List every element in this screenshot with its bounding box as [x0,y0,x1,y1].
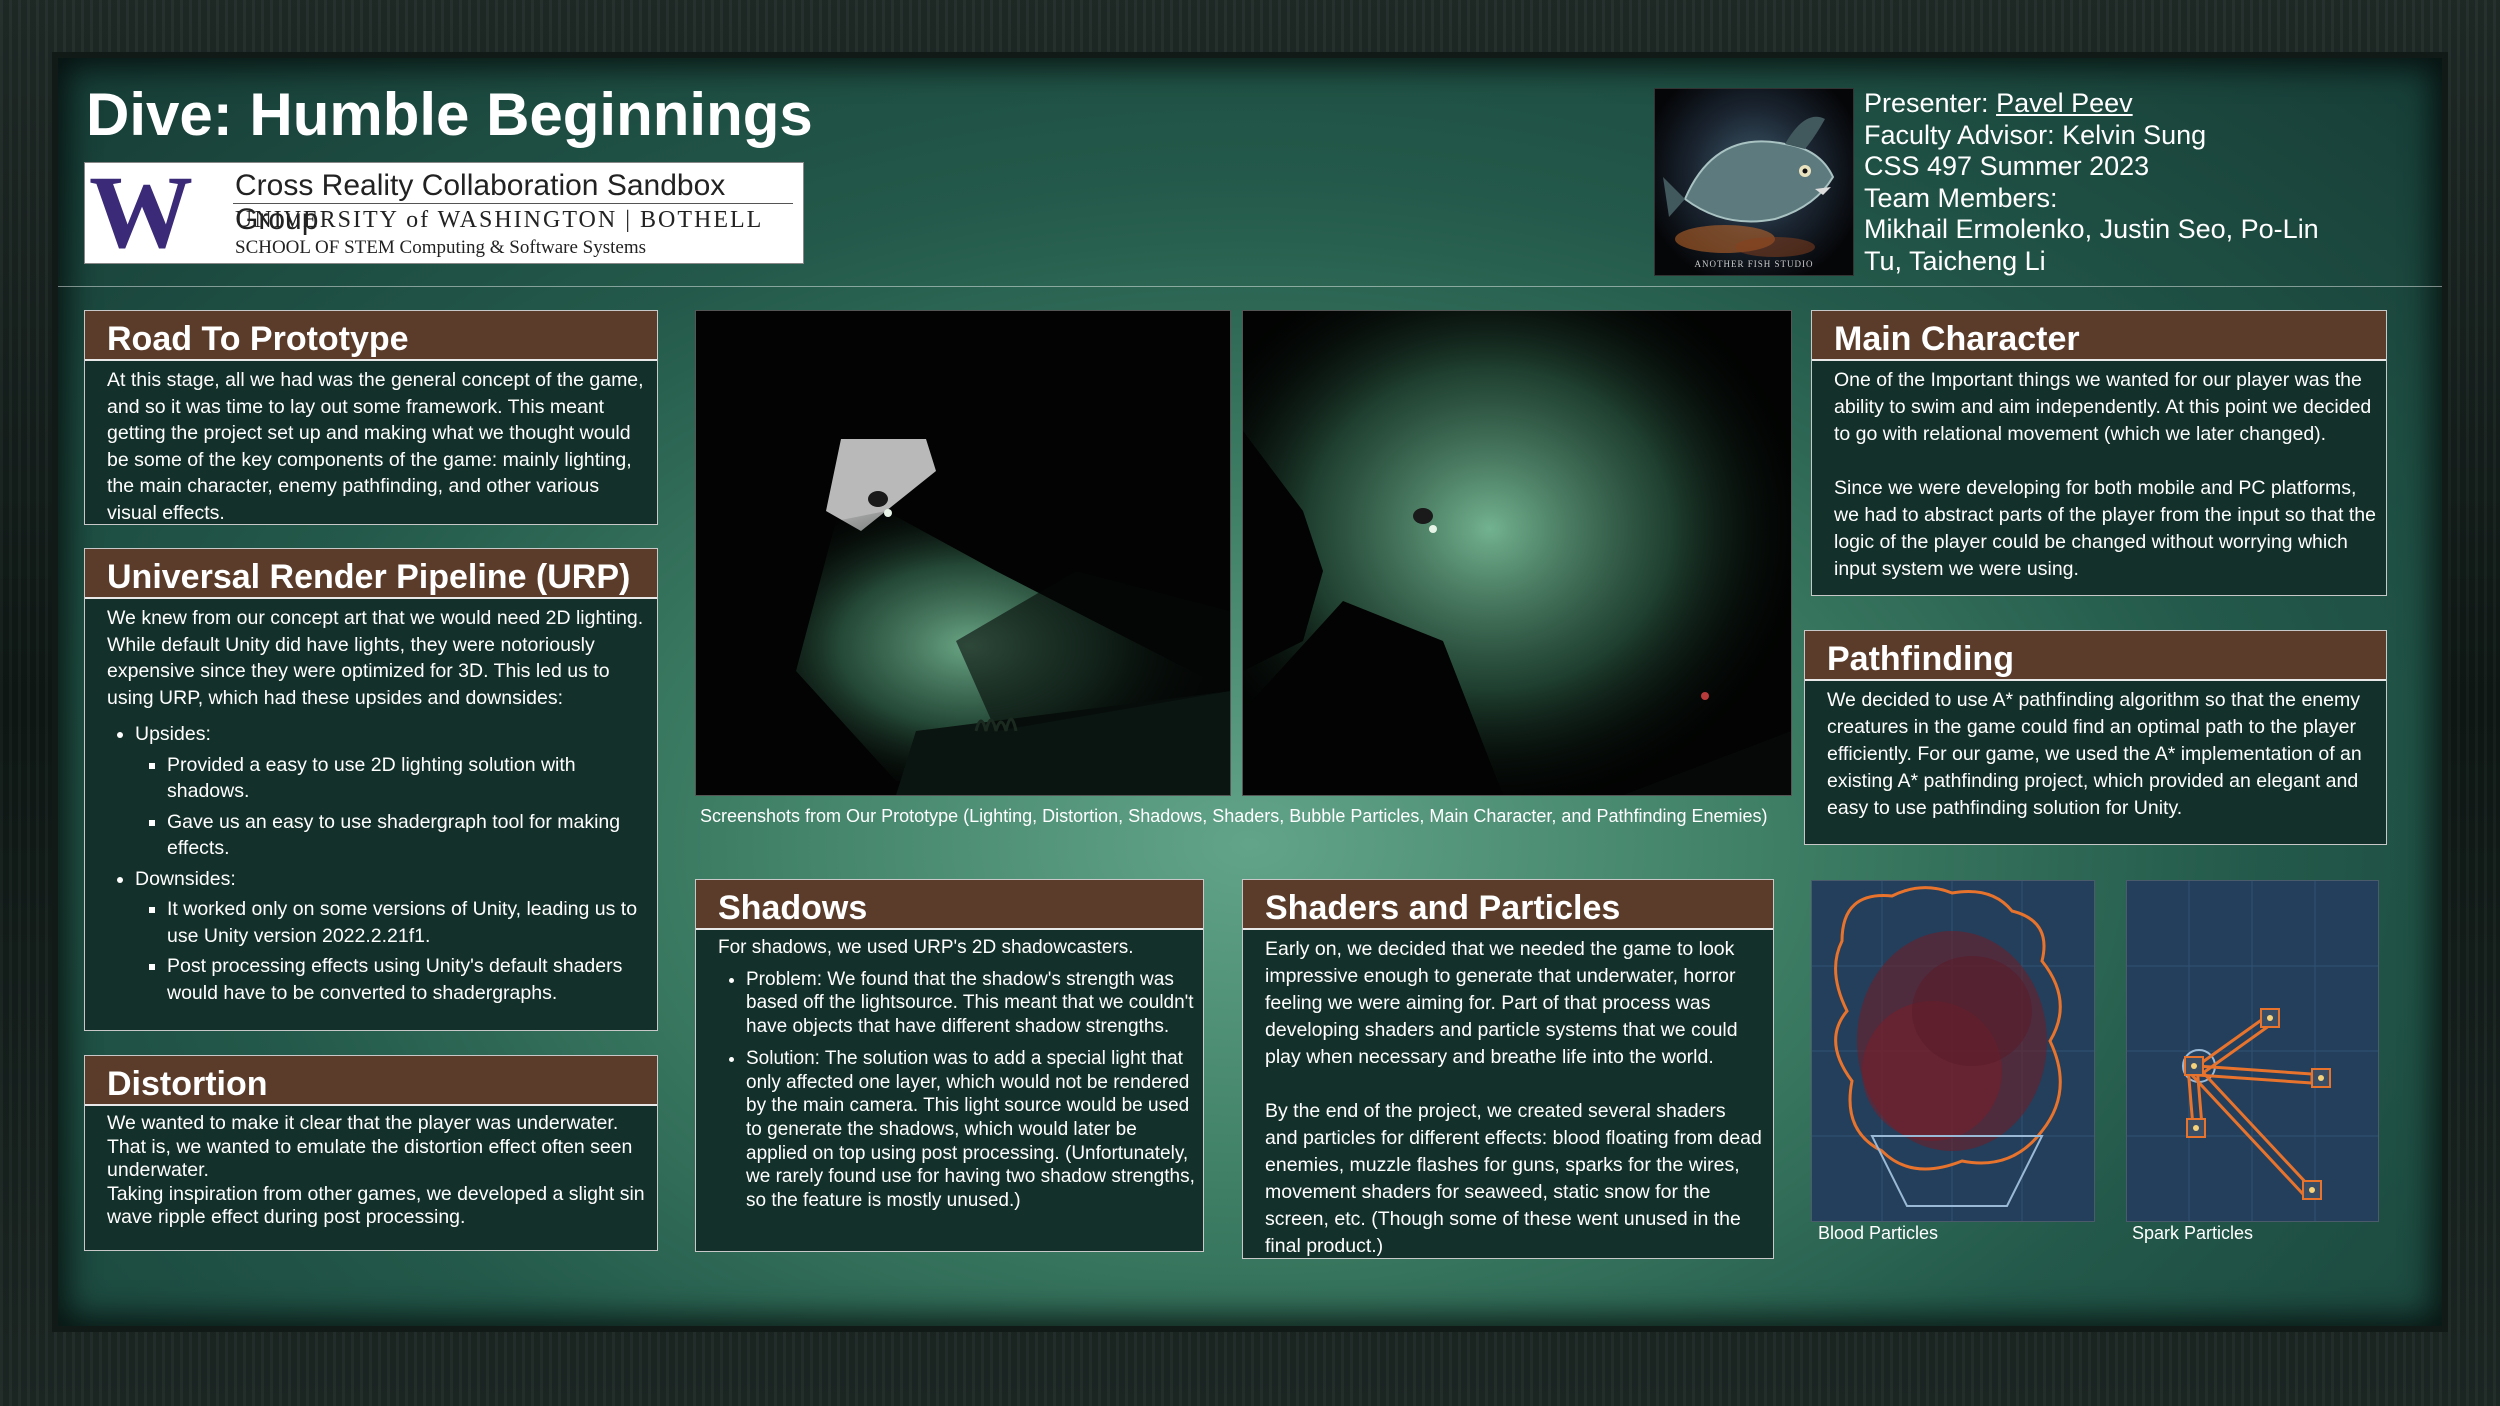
shaders-particles-section: Shaders and Particles Early on, we decid… [1242,879,1774,1259]
section-body: We knew from our concept art that we wou… [107,605,647,1006]
upside-item-2: Gave us an easy to use shadergraph tool … [167,809,647,862]
road-to-prototype-section: Road To Prototype At this stage, all we … [84,310,658,525]
uw-w-mark: W [89,155,193,270]
poster-title: Dive: Humble Beginnings [86,81,813,148]
spark-particles-scene [2127,881,2378,1221]
studio-caption: ANOTHER FISH STUDIO [1694,259,1814,269]
team-members-label: Team Members: [1864,182,2058,213]
urp-list: Upsides: Provided a easy to use 2D light… [107,721,647,1006]
shadows-problem: Problem: We found that the shadow's stre… [746,968,1197,1039]
section-heading: Shaders and Particles [1265,889,1621,927]
fish-illustration [1663,116,1835,257]
section-body: One of the Important things we wanted fo… [1834,367,2382,583]
spark-particles-image [2126,880,2379,1222]
course-label: CSS 497 Summer 2023 [1864,151,2150,181]
urp-intro: We knew from our concept art that we wou… [107,607,644,709]
section-body: For shadows, we used URP's 2D shadowcast… [718,936,1197,1213]
section-heading: Road To Prototype [107,320,409,358]
section-header: Pathfinding [1805,631,2386,681]
shadows-intro: For shadows, we used URP's 2D shadowcast… [718,937,1134,958]
team-members-line1: Mikhail Ermolenko, Justin Seo, Po-Lin [1864,214,2319,244]
logo-school: SCHOOL OF STEM Computing & Software Syst… [235,237,646,258]
shaders-p2: By the end of the project, we created se… [1265,1100,1762,1257]
blood-particles-image [1811,880,2095,1222]
logo-divider [233,203,793,204]
shadows-list: Problem: We found that the shadow's stre… [718,968,1197,1213]
screenshot-2-scene [1243,311,1791,795]
faculty-advisor: Faculty Advisor: Kelvin Sung [1864,119,2207,150]
shaders-p1: Early on, we decided that we needed the … [1265,938,1738,1068]
section-heading: Distortion [107,1065,268,1103]
presenter-label: Presenter: [1864,88,1997,118]
team-members-line2: Tu, Taicheng Li [1864,245,2046,276]
screenshot-1-scene [696,311,1230,795]
shadows-solution: Solution: The solution was to add a spec… [746,1047,1197,1213]
urp-section: Universal Render Pipeline (URP) We knew … [84,548,658,1031]
presenter-line: Presenter: Pavel Peev [1864,88,2319,120]
section-header: Main Character [1812,311,2386,361]
section-header: Shaders and Particles [1243,880,1773,930]
road-text: At this stage, all we had was the genera… [107,369,644,524]
main-character-section: Main Character One of the Important thin… [1811,310,2387,596]
distortion-section: Distortion We wanted to make it clear th… [84,1055,658,1251]
section-header: Road To Prototype [85,311,657,361]
screenshots-caption: Screenshots from Our Prototype (Lighting… [700,806,1768,826]
downsides-label: Downsides: [135,867,236,890]
list-item: Downsides: It worked only on some versio… [135,866,647,1007]
section-body: At this stage, all we had was the genera… [107,367,647,526]
spark-particles-caption: Spark Particles [2132,1223,2254,1243]
section-heading: Shadows [718,889,868,927]
section-heading: Universal Render Pipeline (URP) [107,558,631,596]
presenter-name-link[interactable]: Pavel Peev [1996,88,2133,118]
section-header: Universal Render Pipeline (URP) [85,549,657,599]
downside-item-2: Post processing effects using Unity's de… [167,953,647,1006]
upsides-label: Upsides: [135,723,211,745]
logo-university: UNIVERSITY of WASHINGTON | BOTHELL [235,207,764,233]
prototype-screenshot-1 [695,310,1231,796]
distortion-p1: We wanted to make it clear that the play… [107,1112,633,1181]
section-heading: Main Character [1834,320,2080,358]
presenter-info: Presenter: Pavel Peev Faculty Advisor: K… [1864,88,2319,277]
section-header: Distortion [85,1056,657,1106]
pathfinding-section: Pathfinding We decided to use A* pathfin… [1804,630,2387,845]
section-body: Early on, we decided that we needed the … [1265,936,1763,1260]
downside-item-1: It worked only on some versions of Unity… [167,896,647,949]
upside-item-1: Provided a easy to use 2D lighting solut… [167,752,647,805]
studio-fish-image: ANOTHER FISH STUDIO [1654,88,1854,276]
distortion-p2: Taking inspiration from other games, we … [107,1182,645,1229]
uw-bothell-logo: W Cross Reality Collaboration Sandbox Gr… [84,155,804,270]
section-heading: Pathfinding [1827,640,2014,678]
blood-particles-caption: Blood Particles [1818,1223,1939,1243]
main-character-p1: One of the Important things we wanted fo… [1834,369,2372,445]
list-item: Upsides: Provided a easy to use 2D light… [135,721,647,862]
section-body: We decided to use A* pathfinding algorit… [1827,687,2380,822]
prototype-screenshot-2 [1242,310,1792,796]
header-divider [58,286,2442,287]
section-header: Shadows [696,880,1203,930]
pathfinding-text: We decided to use A* pathfinding algorit… [1827,689,2362,819]
shadows-section: Shadows For shadows, we used URP's 2D sh… [695,879,1204,1252]
section-body: We wanted to make it clear that the play… [107,1112,647,1230]
blood-particles-scene [1812,881,2094,1221]
main-character-p2: Since we were developing for both mobile… [1834,477,2376,580]
